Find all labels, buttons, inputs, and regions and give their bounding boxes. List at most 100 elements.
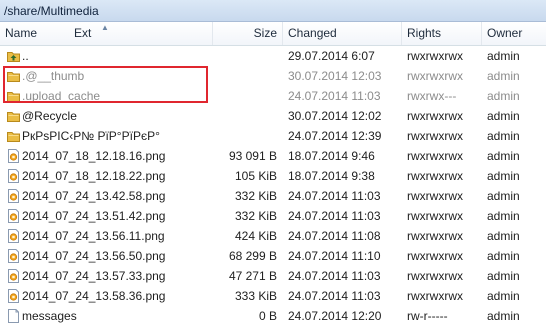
- file-name: .@__thumb: [22, 69, 85, 83]
- file-row[interactable]: 2014_07_24_13.57.33.png 47 271 B 24.07.201…: [0, 266, 546, 286]
- file-row[interactable]: .upload_cache 24.07.2014 11:03 rwxrwx--- ad…: [0, 86, 546, 106]
- sort-ascending-icon: ▲: [101, 23, 109, 32]
- image-file-icon: [7, 169, 20, 183]
- file-rights: rwxrwxrwx: [407, 269, 463, 283]
- file-name: 2014_07_24_13.56.50.png: [22, 249, 166, 263]
- file-name: messages: [22, 309, 77, 323]
- column-name[interactable]: Name: [5, 22, 65, 45]
- file-owner: admin: [487, 249, 520, 263]
- current-path: /share/Multimedia: [4, 4, 99, 18]
- file-row[interactable]: .@__thumb 30.07.2014 12:03 rwxrwxrwx admin: [0, 66, 546, 86]
- file-size: 333 KiB: [234, 289, 277, 303]
- file-size: 68 299 B: [228, 249, 277, 263]
- file-owner: admin: [487, 149, 520, 163]
- file-name: 2014_07_18_12.18.16.png: [22, 149, 166, 163]
- column-divider[interactable]: [481, 22, 482, 45]
- file-name: .upload_cache: [22, 89, 101, 103]
- file-owner: admin: [487, 169, 520, 183]
- file-owner: admin: [487, 109, 520, 123]
- file-rights: rwxrwxrwx: [407, 69, 463, 83]
- file-name: 2014_07_24_13.57.33.png: [22, 269, 166, 283]
- file-name: РкРѕРІС‹Р№ РїР°РїРєР°: [22, 129, 160, 143]
- file-row[interactable]: .. 29.07.2014 6:07 rwxrwxrwx admin: [0, 46, 546, 66]
- file-name: ..: [22, 49, 29, 63]
- file-name: 2014_07_24_13.56.11.png: [22, 229, 165, 243]
- folder-icon: [7, 129, 20, 143]
- column-owner[interactable]: Owner: [487, 22, 542, 45]
- file-size: [212, 46, 277, 66]
- file-changed: 30.07.2014 12:03: [288, 69, 382, 83]
- file-size: [212, 66, 277, 86]
- file-owner: admin: [487, 209, 520, 223]
- file-size: [212, 106, 277, 126]
- file-rights: rwxrwxrwx: [407, 169, 463, 183]
- file-changed: 24.07.2014 11:10: [288, 249, 381, 263]
- image-file-icon: [7, 249, 20, 263]
- file-owner: admin: [487, 189, 520, 203]
- file-changed: 18.07.2014 9:46: [288, 149, 375, 163]
- file-row[interactable]: РкРѕРІС‹Р№ РїР°РїРєР° 24.07.2014 12:39 rwx…: [0, 126, 546, 146]
- text-file-icon: [7, 309, 20, 323]
- file-changed: 29.07.2014 6:07: [288, 49, 375, 63]
- file-changed: 18.07.2014 9:38: [288, 169, 375, 183]
- file-name: @Recycle: [22, 109, 77, 123]
- column-divider[interactable]: [401, 22, 402, 45]
- file-list: .. 29.07.2014 6:07 rwxrwxrwx admin .@__thumb…: [0, 46, 546, 326]
- file-size: 332 KiB: [234, 189, 277, 203]
- file-changed: 24.07.2014 11:03: [288, 289, 381, 303]
- file-row[interactable]: 2014_07_24_13.51.42.png 332 KiB 24.07.2014…: [0, 206, 546, 226]
- file-owner: admin: [487, 69, 520, 83]
- file-name: 2014_07_24_13.42.58.png: [22, 189, 166, 203]
- column-changed[interactable]: Changed: [288, 22, 398, 45]
- file-owner: admin: [487, 49, 520, 63]
- file-changed: 30.07.2014 12:02: [288, 109, 382, 123]
- file-changed: 24.07.2014 11:08: [288, 229, 381, 243]
- parent-dir-icon: [7, 49, 20, 63]
- column-header: Name Ext ▲ Size Changed Rights Owner: [0, 22, 546, 46]
- file-rights: rwxrwxrwx: [407, 189, 463, 203]
- image-file-icon: [7, 149, 20, 163]
- folder-icon: [7, 69, 20, 83]
- file-row[interactable]: 2014_07_18_12.18.22.png 105 KiB 18.07.2014…: [0, 166, 546, 186]
- file-changed: 24.07.2014 11:03: [288, 209, 381, 223]
- file-changed: 24.07.2014 12:39: [288, 129, 382, 143]
- file-size: 424 KiB: [234, 229, 277, 243]
- image-file-icon: [7, 229, 20, 243]
- path-bar: /share/Multimedia: [0, 0, 546, 22]
- column-rights[interactable]: Rights: [407, 22, 477, 45]
- file-owner: admin: [487, 309, 520, 323]
- file-size: 332 KiB: [234, 209, 277, 223]
- file-size: [212, 126, 277, 146]
- image-file-icon: [7, 289, 20, 303]
- file-rights: rwxrwxrwx: [407, 49, 463, 63]
- file-rights: rwxrwxrwx: [407, 109, 463, 123]
- file-size: 105 KiB: [234, 169, 277, 183]
- file-owner: admin: [487, 129, 520, 143]
- file-rights: rwxrwxrwx: [407, 229, 463, 243]
- file-row[interactable]: @Recycle 30.07.2014 12:02 rwxrwxrwx admin: [0, 106, 546, 126]
- folder-icon: [7, 109, 20, 123]
- file-owner: admin: [487, 229, 520, 243]
- file-changed: 24.07.2014 12:20: [288, 309, 382, 323]
- file-row[interactable]: 2014_07_24_13.42.58.png 332 KiB 24.07.2014…: [0, 186, 546, 206]
- file-name: 2014_07_24_13.58.36.png: [22, 289, 166, 303]
- image-file-icon: [7, 189, 20, 203]
- image-file-icon: [7, 269, 20, 283]
- file-row[interactable]: 2014_07_24_13.58.36.png 333 KiB 24.07.2014…: [0, 286, 546, 306]
- column-divider[interactable]: [282, 22, 283, 45]
- file-size: 47 271 B: [228, 269, 277, 283]
- file-row[interactable]: messages 0 B 24.07.2014 12:20 rw-r----- admi…: [0, 306, 546, 326]
- file-rights: rwxrwxrwx: [407, 209, 463, 223]
- file-row[interactable]: 2014_07_24_13.56.11.png 424 KiB 24.07.2014…: [0, 226, 546, 246]
- file-name: 2014_07_24_13.51.42.png: [22, 209, 166, 223]
- file-row[interactable]: 2014_07_24_13.56.50.png 68 299 B 24.07.201…: [0, 246, 546, 266]
- file-row[interactable]: 2014_07_18_12.18.16.png 93 091 B 18.07.201…: [0, 146, 546, 166]
- file-rights: rwxrwxrwx: [407, 249, 463, 263]
- column-size[interactable]: Size: [212, 22, 277, 45]
- file-rights: rwxrwx---: [407, 89, 457, 103]
- file-owner: admin: [487, 289, 520, 303]
- file-name: 2014_07_18_12.18.22.png: [22, 169, 166, 183]
- file-changed: 24.07.2014 11:03: [288, 189, 381, 203]
- file-rights: rwxrwxrwx: [407, 289, 463, 303]
- image-file-icon: [7, 209, 20, 223]
